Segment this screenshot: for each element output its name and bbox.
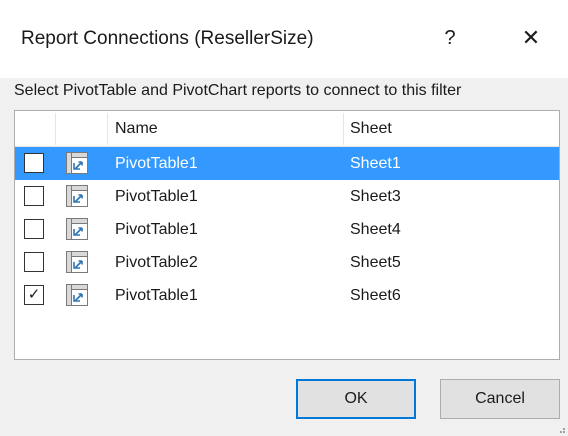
table-row[interactable]: PivotTable1 Sheet4 <box>15 213 559 246</box>
report-name: PivotTable1 <box>115 155 198 172</box>
close-button[interactable]: ✕ <box>514 20 548 56</box>
report-checkbox[interactable] <box>24 186 44 206</box>
dialog-title: Report Connections (ResellerSize) <box>21 28 314 49</box>
column-divider <box>107 113 108 145</box>
column-divider <box>343 113 344 145</box>
report-connections-dialog: Report Connections (ResellerSize) ? ✕ Se… <box>0 0 568 436</box>
resize-grip-icon[interactable] <box>556 424 566 434</box>
ok-button[interactable]: OK <box>296 379 416 419</box>
cancel-button[interactable]: Cancel <box>440 379 560 419</box>
report-sheet: Sheet1 <box>350 155 401 172</box>
help-button[interactable]: ? <box>434 20 466 56</box>
table-row[interactable]: PivotTable2 Sheet5 <box>15 246 559 279</box>
table-row[interactable]: ✓ PivotTable1 Sheet6 <box>15 279 559 312</box>
report-sheet: Sheet3 <box>350 188 401 205</box>
pivottable-icon <box>66 251 88 273</box>
report-name: PivotTable2 <box>115 254 198 271</box>
table-row[interactable]: PivotTable1 Sheet1 <box>15 147 559 180</box>
pivottable-icon <box>66 284 88 306</box>
pivottable-icon <box>66 185 88 207</box>
instruction-text: Select PivotTable and PivotChart reports… <box>14 82 462 99</box>
pivottable-icon <box>66 152 88 174</box>
report-checkbox[interactable]: ✓ <box>24 285 44 305</box>
report-sheet: Sheet5 <box>350 254 401 271</box>
column-divider <box>55 113 56 145</box>
title-bar: Report Connections (ResellerSize) ? ✕ <box>0 0 568 78</box>
report-sheet: Sheet6 <box>350 287 401 304</box>
sheet-column-header[interactable]: Sheet <box>350 120 392 138</box>
table-row[interactable]: PivotTable1 Sheet3 <box>15 180 559 213</box>
report-name: PivotTable1 <box>115 188 198 205</box>
report-checkbox[interactable] <box>24 219 44 239</box>
report-list[interactable]: Name Sheet PivotTable1 Sheet1 PivotTable… <box>14 110 560 360</box>
name-column-header[interactable]: Name <box>115 120 158 138</box>
report-sheet: Sheet4 <box>350 221 401 238</box>
report-name: PivotTable1 <box>115 221 198 238</box>
report-name: PivotTable1 <box>115 287 198 304</box>
report-checkbox[interactable] <box>24 252 44 272</box>
pivottable-icon <box>66 218 88 240</box>
report-checkbox[interactable] <box>24 153 44 173</box>
list-header: Name Sheet <box>15 111 559 147</box>
